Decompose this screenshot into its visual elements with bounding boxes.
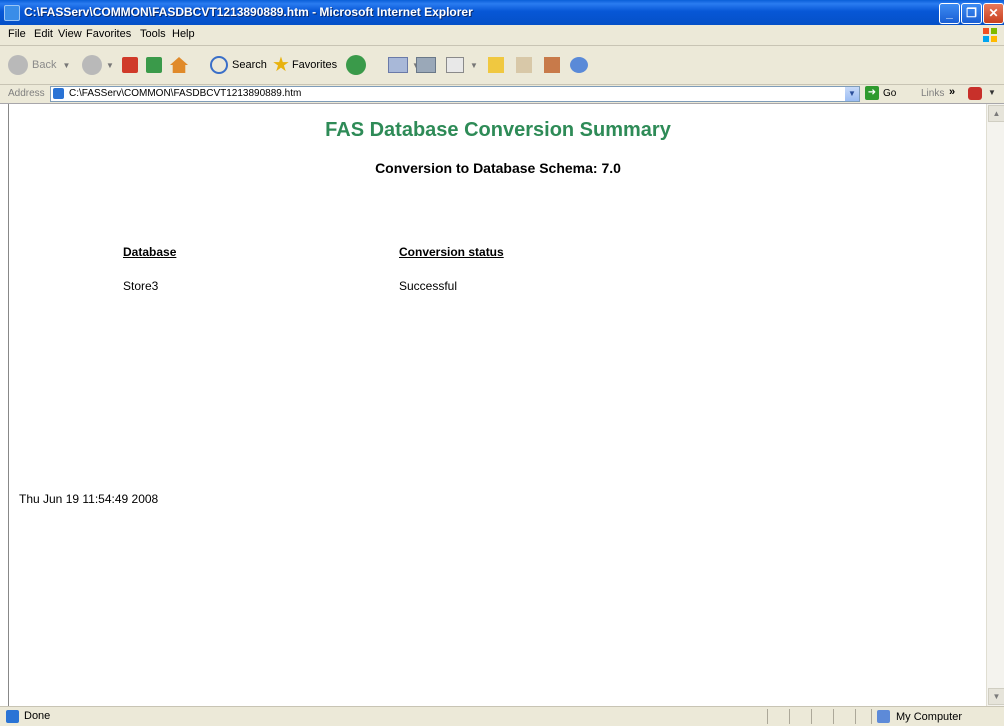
messenger-button[interactable] <box>570 54 588 76</box>
menu-bar: File Edit View Favorites Tools Help <box>0 25 1004 46</box>
go-label: Go <box>883 87 897 99</box>
vertical-scrollbar[interactable]: ▲ ▼ <box>986 104 1004 706</box>
window-title: C:\FASServ\COMMON\FASDBCVT1213890889.htm… <box>24 5 473 19</box>
history-button[interactable] <box>346 54 366 76</box>
discuss-icon <box>488 57 504 73</box>
status-divider <box>789 709 790 724</box>
maximize-button[interactable]: ❐ <box>961 3 982 24</box>
windows-logo-icon <box>983 28 997 42</box>
book-icon <box>544 57 560 73</box>
standard-toolbar: Back ▼ ▼ Search ★ Favorites ▼ <box>0 46 1004 85</box>
search-icon <box>210 56 228 74</box>
back-button[interactable]: Back ▼ <box>8 54 70 76</box>
menu-tools[interactable]: Tools <box>140 28 166 40</box>
edit-icon <box>446 57 464 73</box>
status-divider <box>871 709 872 724</box>
address-value: C:\FASServ\COMMON\FASDBCVT1213890889.htm <box>69 88 302 99</box>
links-label[interactable]: Links <box>921 88 944 99</box>
status-bar: Done My Computer <box>0 706 1004 726</box>
timestamp: Thu Jun 19 11:54:49 2008 <box>19 492 159 506</box>
browser-window: C:\FASServ\COMMON\FASDBCVT1213890889.htm… <box>0 0 1004 726</box>
zone-label: My Computer <box>896 710 963 723</box>
history-icon <box>346 55 366 75</box>
address-input[interactable]: C:\FASServ\COMMON\FASDBCVT1213890889.htm… <box>50 86 860 102</box>
back-label: Back <box>32 59 57 71</box>
menu-favorites[interactable]: Favorites <box>86 28 131 40</box>
address-label: Address <box>8 88 45 99</box>
messenger-icon <box>570 57 588 73</box>
research-button[interactable] <box>516 54 532 76</box>
acrobat-icon[interactable] <box>968 87 982 100</box>
home-icon <box>170 57 188 73</box>
go-button[interactable]: ➜ Go <box>865 86 896 100</box>
ie-page-icon <box>4 5 20 21</box>
minimize-button[interactable]: _ <box>939 3 960 24</box>
back-arrow-icon <box>8 55 28 75</box>
edit-button[interactable]: ▼ <box>446 54 478 76</box>
chevron-down-icon: ▼ <box>62 60 71 70</box>
print-icon <box>416 57 436 73</box>
search-label: Search <box>232 59 267 71</box>
research-icon <box>516 57 532 73</box>
page-subtitle: Conversion to Database Schema: 7.0 <box>375 160 621 176</box>
chevron-down-icon[interactable]: ▼ <box>845 87 859 101</box>
mail-icon <box>388 57 408 73</box>
menu-help[interactable]: Help <box>172 28 195 40</box>
favorites-button[interactable]: ★ Favorites <box>272 54 337 76</box>
page-done-icon <box>6 710 19 723</box>
favorites-label: Favorites <box>291 59 338 71</box>
computer-icon <box>877 710 890 723</box>
menu-file[interactable]: File <box>8 28 26 40</box>
status-divider <box>767 709 768 724</box>
forward-arrow-icon <box>82 55 102 75</box>
more-links-icon[interactable]: » <box>949 86 955 98</box>
chevron-down-icon[interactable]: ▼ <box>988 88 996 97</box>
scroll-down-icon[interactable]: ▼ <box>988 688 1004 705</box>
refresh-button[interactable] <box>146 54 162 76</box>
home-button[interactable] <box>170 54 188 76</box>
page-content: FAS Database Conversion Summary Conversi… <box>8 104 987 706</box>
menu-view[interactable]: View <box>58 28 82 40</box>
close-button[interactable]: ✕ <box>983 3 1004 24</box>
scroll-up-icon[interactable]: ▲ <box>988 105 1004 122</box>
table-cell-database: Store3 <box>123 279 159 293</box>
address-bar: Address C:\FASServ\COMMON\FASDBCVT121389… <box>0 85 1004 104</box>
refresh-icon <box>146 57 162 73</box>
title-bar[interactable]: C:\FASServ\COMMON\FASDBCVT1213890889.htm… <box>0 0 1004 25</box>
table-cell-status: Successful <box>399 279 458 293</box>
stop-icon <box>122 57 138 73</box>
print-button[interactable] <box>416 54 436 76</box>
chevron-down-icon: ▼ <box>106 60 114 70</box>
status-divider <box>855 709 856 724</box>
status-divider <box>833 709 834 724</box>
page-title: FAS Database Conversion Summary <box>325 119 671 141</box>
search-button[interactable]: Search <box>210 54 267 76</box>
stop-button[interactable] <box>122 54 138 76</box>
security-zone: My Computer <box>877 710 962 723</box>
column-header-conversion-status: Conversion status <box>399 245 504 259</box>
chevron-down-icon: ▼ <box>470 60 478 70</box>
star-icon: ★ <box>272 54 290 76</box>
status-divider <box>811 709 812 724</box>
discuss-button[interactable] <box>488 54 504 76</box>
menu-edit[interactable]: Edit <box>34 28 53 40</box>
go-arrow-icon: ➜ <box>865 86 879 100</box>
column-header-database: Database <box>123 245 177 259</box>
status-text: Done <box>24 710 51 722</box>
page-icon <box>53 88 64 99</box>
forward-button[interactable]: ▼ <box>82 54 114 76</box>
bookmarks-button[interactable] <box>544 54 560 76</box>
